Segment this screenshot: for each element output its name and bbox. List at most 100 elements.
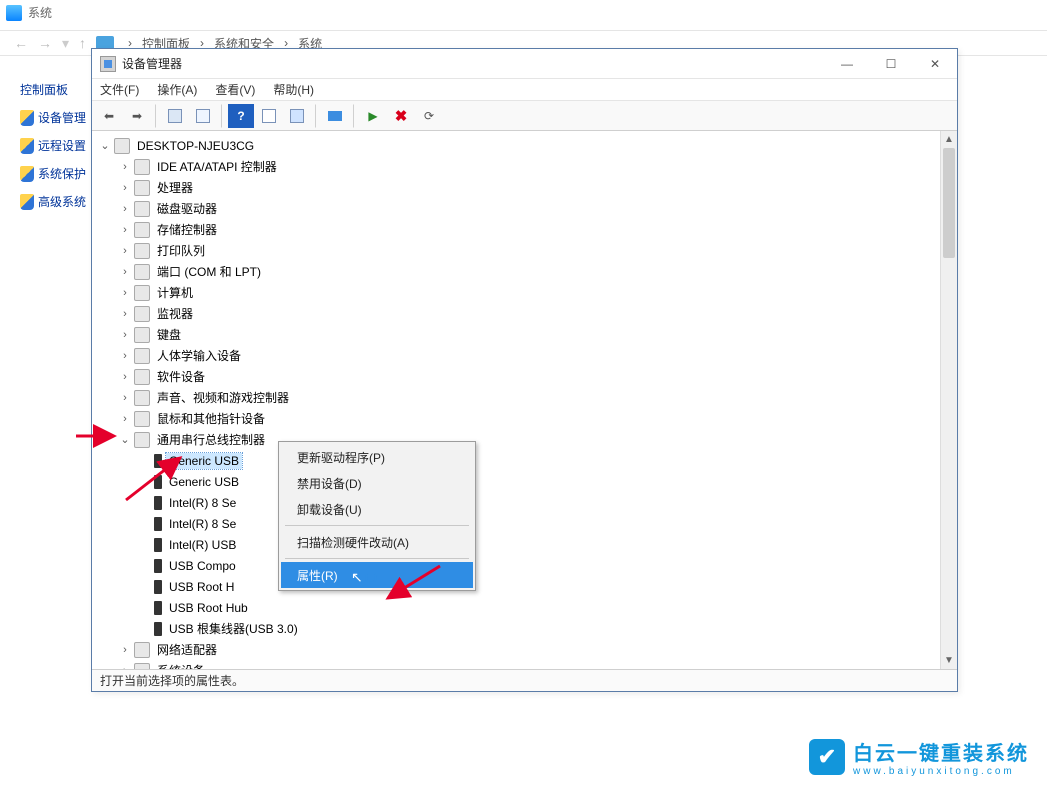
tree-node-cat-14[interactable]: › 网络适配器 [94,639,940,660]
sidebar-link-device-manager[interactable]: 设备管理 [20,104,95,132]
tree-node-label: 鼠标和其他指针设备 [154,409,268,428]
tb-update-driver[interactable] [322,104,354,128]
device-icon [134,201,150,217]
tree-node-cat-3[interactable]: ›存储控制器 [94,219,940,240]
expand-toggle[interactable]: › [118,161,132,173]
nav-recent-icon[interactable]: ▾ [62,35,69,52]
tree-node-cat-2[interactable]: ›磁盘驱动器 [94,198,940,219]
ctx-item-6[interactable]: 属性(R) [281,562,473,588]
tree-node-child-13-6[interactable]: USB Root H [94,576,940,597]
expand-toggle[interactable]: › [118,224,132,236]
menu-view[interactable]: 查看(V) [215,81,255,98]
device-icon [134,264,150,280]
tree-node-cat-9[interactable]: ›人体学输入设备 [94,345,940,366]
expand-toggle[interactable]: › [118,644,132,656]
expand-toggle[interactable]: › [118,245,132,257]
tb-refresh[interactable]: ⟳ [416,104,442,128]
tb-show-hidden[interactable] [162,104,188,128]
busy-spinner-icon [365,572,377,584]
tree-node-cat-15[interactable]: › 系统设备 [94,660,940,669]
tree-node-label: 系统设备 [154,661,208,669]
expand-toggle[interactable]: › [118,371,132,383]
device-icon [154,454,162,468]
tree-node-cat-7[interactable]: ›监视器 [94,303,940,324]
close-button[interactable]: ✕ [913,49,957,78]
tree-node-cat-6[interactable]: ›计算机 [94,282,940,303]
tree-node-label: IDE ATA/ATAPI 控制器 [154,157,280,176]
ctx-item-4[interactable]: 扫描检测硬件改动(A) [281,529,473,555]
expand-toggle[interactable]: › [118,392,132,404]
tree-node-cat-10[interactable]: › 软件设备 [94,366,940,387]
sidebar-link-remote[interactable]: 远程设置 [20,132,95,160]
tree-node-child-13-7[interactable]: USB Root Hub [94,597,940,618]
tree-node-cat-8[interactable]: › 键盘 [94,324,940,345]
tb-forward[interactable]: ➡ [124,104,156,128]
menu-action[interactable]: 操作(A) [157,81,197,98]
nav-back-icon[interactable]: ← [14,35,28,51]
expand-toggle[interactable]: › [118,266,132,278]
device-icon [134,180,150,196]
tree-node-child-13-2[interactable]: Intel(R) 8 Se [94,492,940,513]
device-icon [134,243,150,259]
scroll-thumb[interactable] [943,148,955,258]
vertical-scrollbar[interactable]: ▲ ▼ [940,131,957,669]
menu-help[interactable]: 帮助(H) [273,81,314,98]
tb-back[interactable]: ⬅ [96,104,122,128]
nav-fwd-icon[interactable]: → [38,35,52,51]
tree-node-cat-13[interactable]: ⌄ 通用串行总线控制器 [94,429,940,450]
nav-up-icon[interactable]: ↑ [79,35,86,51]
tree-node-child-13-3[interactable]: Intel(R) 8 Se [94,513,940,534]
expand-toggle[interactable]: › [118,413,132,425]
expand-toggle[interactable]: › [118,665,132,670]
tree-node-cat-1[interactable]: ›处理器 [94,177,940,198]
tb-help[interactable]: ? [228,104,254,128]
tree-node-cat-0[interactable]: › IDE ATA/ATAPI 控制器 [94,156,940,177]
tb-scan[interactable] [284,104,316,128]
tree-node-label: USB Root Hub [166,600,251,616]
expand-toggle[interactable]: › [118,350,132,362]
tree-node-cat-5[interactable]: ›端口 (COM 和 LPT) [94,261,940,282]
menu-separator [285,558,469,559]
ctx-item-0[interactable]: 更新驱动程序(P) [281,444,473,470]
tree-node-child-13-4[interactable]: Intel(R) USB [94,534,940,555]
expand-toggle[interactable]: ⌄ [98,139,112,152]
tree-node-cat-4[interactable]: ›打印队列 [94,240,940,261]
expand-toggle[interactable]: ⌄ [118,433,132,446]
tree-node-cat-12[interactable]: › 鼠标和其他指针设备 [94,408,940,429]
minimize-button[interactable]: — [825,49,869,78]
expand-toggle[interactable]: › [118,182,132,194]
tree-node-child-13-8[interactable]: USB 根集线器(USB 3.0) [94,618,940,639]
ctx-item-1[interactable]: 禁用设备(D) [281,470,473,496]
titlebar[interactable]: 设备管理器 — ☐ ✕ [92,49,957,79]
tree-node-label: 键盘 [154,325,184,344]
tb-uninstall[interactable]: ✖ [388,104,414,128]
expand-toggle[interactable]: › [118,287,132,299]
sidebar-header[interactable]: 控制面板 [20,76,95,104]
tree-node-label: 通用串行总线控制器 [154,430,268,449]
tree-node-root[interactable]: ⌄ DESKTOP-NJEU3CG [94,135,940,156]
tb-properties[interactable] [256,104,282,128]
maximize-button[interactable]: ☐ [869,49,913,78]
tb-enable[interactable]: ▶ [360,104,386,128]
sidebar-link-advanced[interactable]: 高级系统 [20,188,95,216]
sidebar-link-protection[interactable]: 系统保护 [20,160,95,188]
menu-file[interactable]: 文件(F) [100,81,139,98]
tree-node-label: DESKTOP-NJEU3CG [134,138,257,154]
scroll-down-button[interactable]: ▼ [941,652,957,669]
context-menu: 更新驱动程序(P)禁用设备(D)卸载设备(U)扫描检测硬件改动(A)属性(R)↖ [278,441,476,591]
tree-node-child-13-5[interactable]: USB Compo [94,555,940,576]
tree-node-label: 网络适配器 [154,640,220,659]
tree-node-child-13-0[interactable]: Generic USB [94,450,940,471]
scroll-track[interactable] [941,148,957,652]
tb-tree[interactable] [190,104,222,128]
tree-node-label: 软件设备 [154,367,208,386]
tree-node-child-13-1[interactable]: Generic USB [94,471,940,492]
scroll-up-button[interactable]: ▲ [941,131,957,148]
ctx-item-2[interactable]: 卸载设备(U) [281,496,473,522]
device-tree[interactable]: ⌄DESKTOP-NJEU3CG›IDE ATA/ATAPI 控制器›处理器›磁… [92,131,940,669]
expand-toggle[interactable]: › [118,329,132,341]
menu-separator [285,525,469,526]
expand-toggle[interactable]: › [118,308,132,320]
expand-toggle[interactable]: › [118,203,132,215]
tree-node-cat-11[interactable]: ›声音、视频和游戏控制器 [94,387,940,408]
